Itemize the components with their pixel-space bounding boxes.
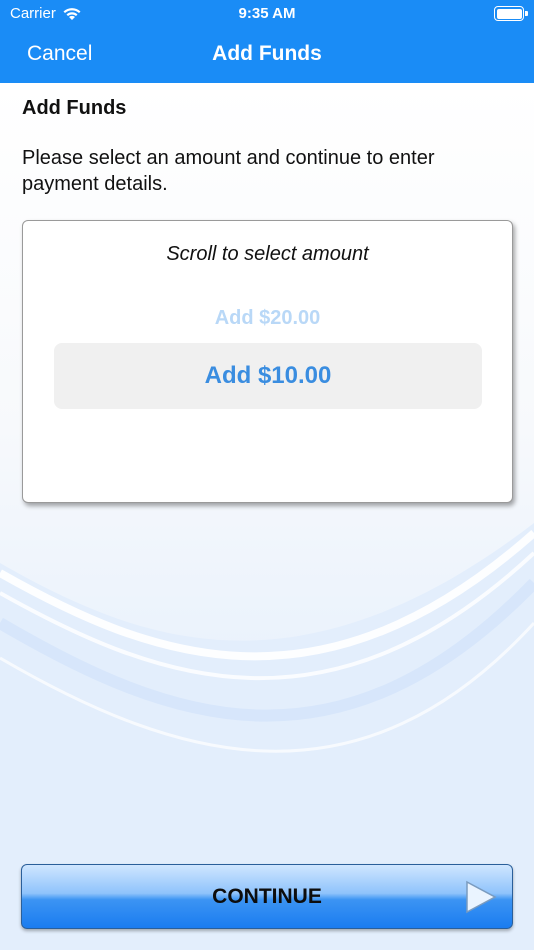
- background-swoosh: [0, 83, 534, 950]
- section-heading: Add Funds: [22, 97, 127, 119]
- picker-hint: Scroll to select amount: [166, 243, 369, 265]
- picker-option-selected[interactable]: Add $10.00: [54, 343, 482, 409]
- play-icon: [466, 880, 497, 914]
- status-time: 9:35 AM: [238, 5, 296, 22]
- status-bar: Carrier 9:35 AM: [0, 0, 534, 28]
- battery-icon: [494, 6, 528, 21]
- instructions-text: Please select an amount and continue to …: [22, 147, 435, 195]
- continue-button[interactable]: CONTINUE: [21, 864, 513, 929]
- navigation-header: Carrier 9:35 AM Cancel Add Funds: [0, 0, 534, 83]
- nav-bar: Cancel Add Funds: [0, 30, 534, 80]
- picker-option-20[interactable]: Add $20.00: [23, 307, 512, 330]
- amount-picker[interactable]: Scroll to select amount Add $20.00 Add $…: [22, 220, 513, 503]
- cancel-button[interactable]: Cancel: [27, 42, 92, 66]
- continue-label: CONTINUE: [212, 885, 322, 908]
